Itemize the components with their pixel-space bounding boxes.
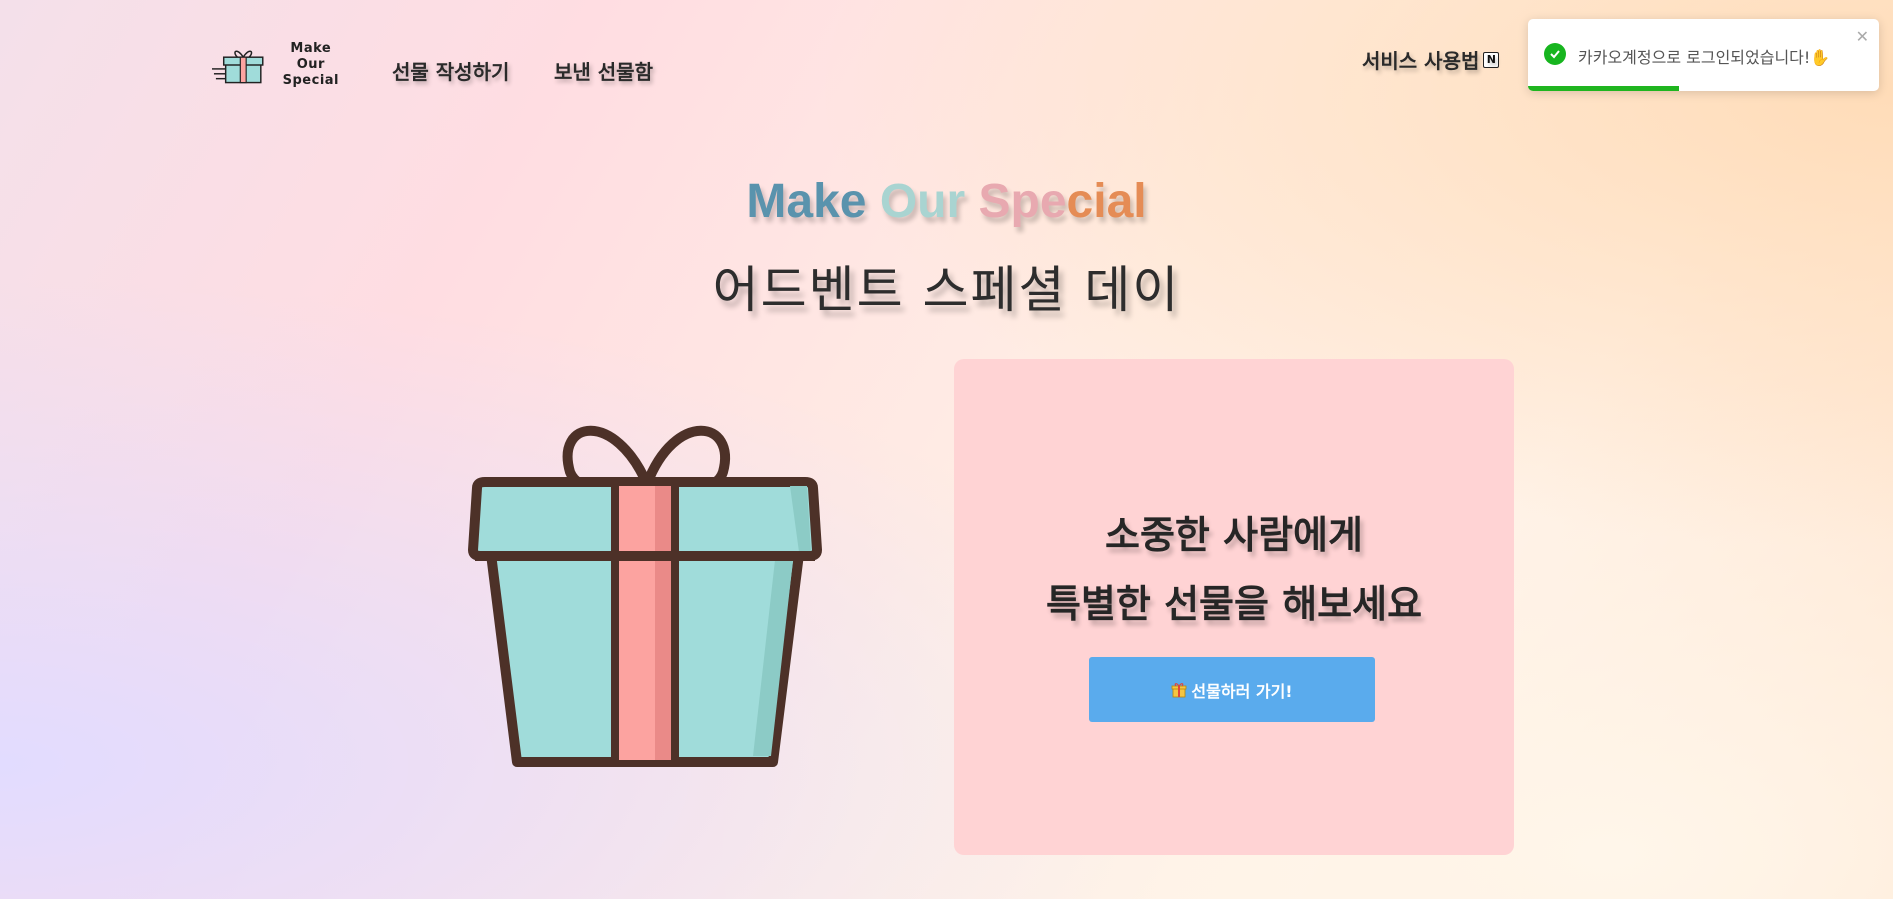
toast-progress-bar	[1528, 86, 1679, 91]
service-guide-label: 서비스 사용법	[1362, 49, 1480, 73]
hero-subtitle: 어드벤트 스페셜 데이	[712, 261, 1181, 319]
go-give-gift-button[interactable]: 선물하러 가기!	[1089, 657, 1375, 722]
notion-icon: N	[1483, 51, 1500, 68]
toast-message: 카카오계정으로 로그인되었습니다!✋	[1578, 48, 1831, 67]
check-circle-icon	[1544, 43, 1566, 65]
close-icon[interactable]: ✕	[1856, 27, 1869, 46]
logo-line-1: Make Our	[290, 41, 332, 72]
nav-service-guide[interactable]: 서비스 사용법 N	[1362, 45, 1500, 74]
login-toast: 카카오계정으로 로그인되었습니다!✋ ✕	[1528, 19, 1879, 91]
nav-write-gift[interactable]: 선물 작성하기	[392, 56, 509, 85]
title-word-make: Make	[746, 175, 867, 228]
go-give-gift-label: 선물하러 가기!	[1191, 681, 1293, 701]
gift-cta-card: 소중한 사람에게 특별한 선물을 해보세요 선물하러 가기!	[954, 359, 1514, 855]
site-logo[interactable]: Make Our Special	[212, 41, 347, 89]
logo-text: Make Our Special	[275, 41, 347, 89]
title-word-special-a: Spe	[978, 175, 1067, 228]
title-word-our: Our	[879, 175, 966, 228]
logo-gift-icon	[212, 50, 264, 84]
gift-box-illustration	[468, 425, 822, 767]
card-headline-2: 특별한 선물을 해보세요	[1045, 582, 1423, 626]
title-word-special-b: cial	[1066, 175, 1147, 228]
logo-line-2: Special	[282, 73, 340, 88]
gift-icon	[1171, 682, 1187, 698]
nav-sent-gifts[interactable]: 보낸 선물함	[554, 56, 653, 85]
card-headline-1: 소중한 사람에게	[1105, 513, 1363, 557]
hero-title: Make Our Special	[0, 174, 1893, 229]
